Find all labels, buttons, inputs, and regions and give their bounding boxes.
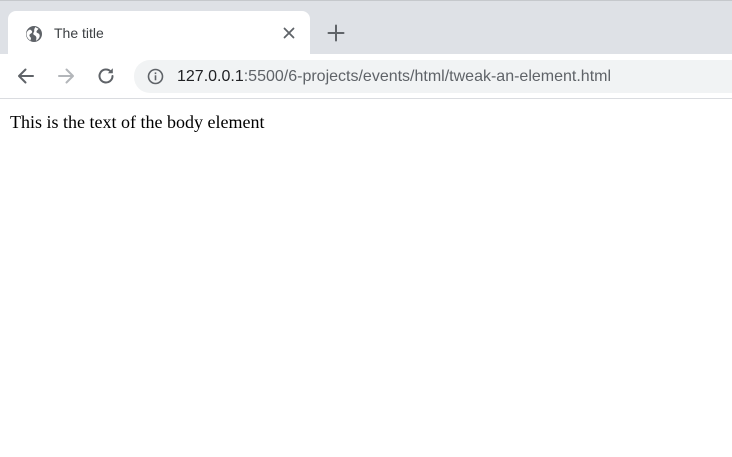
url-host: 127.0.0.1: [177, 68, 244, 85]
reload-icon[interactable]: [95, 65, 117, 87]
browser-window: The title 127.0.0.1:5500/6-projects/even…: [0, 0, 732, 457]
tab-strip: The title: [0, 0, 732, 55]
globe-icon: [25, 25, 43, 43]
arrow-left-icon[interactable]: [15, 65, 37, 87]
tab-title: The title: [54, 25, 104, 41]
close-icon[interactable]: [280, 24, 298, 42]
body-text: This is the text of the body element: [10, 112, 265, 132]
url-text[interactable]: 127.0.0.1:5500/6-projects/events/html/tw…: [177, 67, 611, 86]
address-bar[interactable]: 127.0.0.1:5500/6-projects/events/html/tw…: [134, 60, 732, 93]
plus-icon[interactable]: [325, 22, 347, 44]
tab-active[interactable]: The title: [8, 11, 310, 55]
info-icon[interactable]: [147, 68, 164, 85]
page-content: This is the text of the body element: [0, 99, 732, 457]
arrow-right-icon[interactable]: [55, 65, 77, 87]
toolbar: 127.0.0.1:5500/6-projects/events/html/tw…: [0, 54, 732, 99]
url-path: :5500/6-projects/events/html/tweak-an-el…: [243, 68, 612, 85]
